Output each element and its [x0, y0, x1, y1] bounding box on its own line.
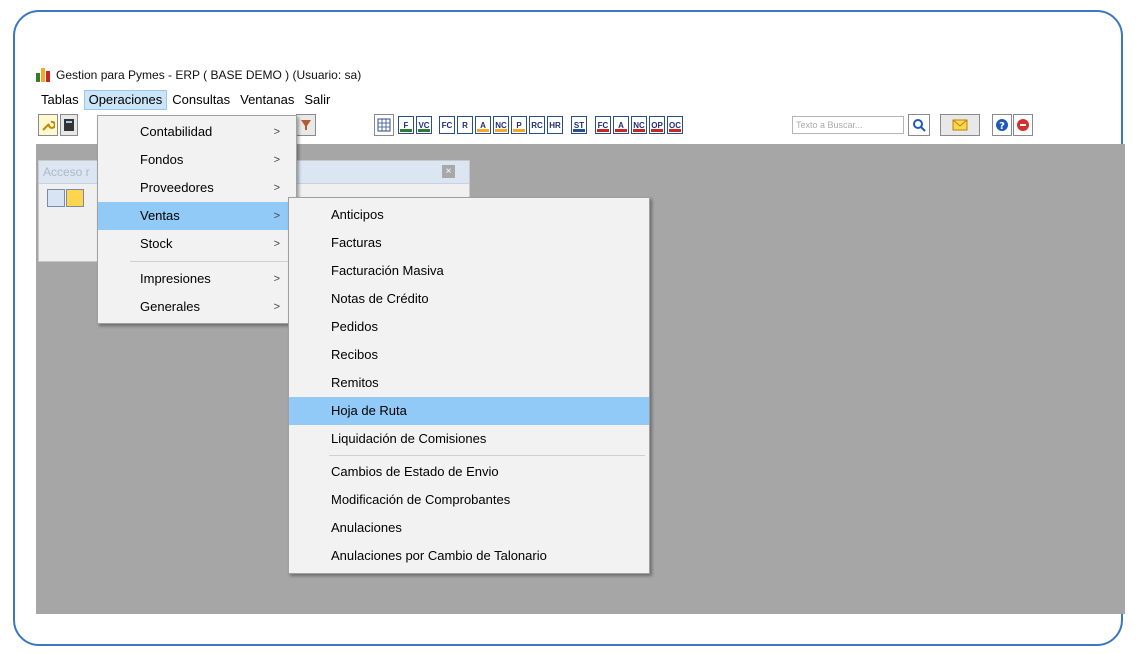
search-icon[interactable]	[908, 114, 930, 136]
menu-consultas[interactable]: Consultas	[167, 90, 235, 110]
close-icon[interactable]: ×	[442, 165, 455, 178]
toolbar-btn-f[interactable]: F	[398, 116, 414, 134]
toolbar-btn-hr[interactable]: HR	[547, 116, 563, 134]
menu-item-facturas[interactable]: Facturas	[289, 229, 649, 257]
menu-item-fondos[interactable]: Fondos >	[98, 146, 296, 174]
menu-bar: Tablas Operaciones Consultas Ventanas Sa…	[36, 90, 335, 110]
menu-item-generales[interactable]: Generales >	[98, 293, 296, 321]
menu-separator	[130, 261, 294, 262]
menu-item-facturacion-masiva[interactable]: Facturación Masiva	[289, 257, 649, 285]
mail-icon[interactable]	[66, 189, 84, 207]
toolbar-btn-fc[interactable]: FC	[439, 116, 455, 134]
calculator-icon[interactable]	[60, 114, 78, 136]
menu-item-stock[interactable]: Stock >	[98, 230, 296, 258]
menu-item-impresiones[interactable]: Impresiones >	[98, 265, 296, 293]
search-input[interactable]: Texto a Buscar...	[792, 116, 904, 134]
menu-item-remitos[interactable]: Remitos	[289, 369, 649, 397]
chevron-right-icon: >	[273, 238, 280, 250]
toolbar-btn-a-2[interactable]: A	[613, 116, 629, 134]
menu-separator	[329, 455, 645, 456]
toolbar-btn-st[interactable]: ST	[571, 116, 587, 134]
toolbar-btn-oc[interactable]: OC	[667, 116, 683, 134]
chevron-right-icon: >	[273, 210, 280, 222]
spreadsheet-icon[interactable]	[374, 114, 394, 136]
key-icon[interactable]	[38, 114, 58, 136]
menu-item-cambios-de-estado-de-envio[interactable]: Cambios de Estado de Envio	[289, 458, 649, 486]
menu-item-anulaciones[interactable]: Anulaciones	[289, 514, 649, 542]
help-icon[interactable]: ?	[992, 114, 1012, 136]
toolbar-btn-fc-2[interactable]: FC	[595, 116, 611, 134]
toolbar-btn-vc[interactable]: VC	[416, 116, 432, 134]
window-title: Gestion para Pymes - ERP ( BASE DEMO ) (…	[56, 68, 362, 82]
exit-icon[interactable]	[1013, 114, 1033, 136]
chevron-right-icon: >	[273, 301, 280, 313]
ventas-submenu: Anticipos Facturas Facturación Masiva No…	[288, 197, 650, 574]
mail-icon[interactable]	[940, 114, 980, 136]
title-bar: Gestion para Pymes - ERP ( BASE DEMO ) (…	[36, 64, 361, 86]
chevron-right-icon: >	[273, 273, 280, 285]
svg-text:?: ?	[999, 121, 1005, 132]
menu-salir[interactable]: Salir	[299, 90, 335, 110]
chevron-right-icon: >	[273, 154, 280, 166]
menu-item-anulaciones-por-cambio-de-talonario[interactable]: Anulaciones por Cambio de Talonario	[289, 542, 649, 570]
chevron-right-icon: >	[273, 182, 280, 194]
menu-item-contabilidad[interactable]: Contabilidad >	[98, 118, 296, 146]
toolbar-btn-rc[interactable]: RC	[529, 116, 545, 134]
menu-item-recibos[interactable]: Recibos	[289, 341, 649, 369]
menu-item-modificacion-de-comprobantes[interactable]: Modificación de Comprobantes	[289, 486, 649, 514]
menu-operaciones[interactable]: Operaciones	[83, 90, 168, 110]
panel-shortcuts	[47, 189, 85, 207]
menu-ventanas[interactable]: Ventanas	[235, 90, 299, 110]
app-logo-icon	[36, 67, 52, 83]
menu-item-pedidos[interactable]: Pedidos	[289, 313, 649, 341]
menu-item-proveedores[interactable]: Proveedores >	[98, 174, 296, 202]
chevron-right-icon: >	[273, 126, 280, 138]
refresh-icon[interactable]	[47, 189, 65, 207]
filter-tool-icon[interactable]	[296, 114, 316, 136]
menu-tablas[interactable]: Tablas	[36, 90, 84, 110]
toolbar-btn-r[interactable]: R	[457, 116, 473, 134]
panel-title: Acceso r	[43, 165, 90, 179]
toolbar-btn-a[interactable]: A	[475, 116, 491, 134]
menu-item-ventas[interactable]: Ventas >	[98, 202, 296, 230]
toolbar-btn-nc-2[interactable]: NC	[631, 116, 647, 134]
menu-item-liquidacion-de-comisiones[interactable]: Liquidación de Comisiones	[289, 425, 649, 453]
toolbar-btn-p[interactable]: P	[511, 116, 527, 134]
menu-item-anticipos[interactable]: Anticipos	[289, 201, 649, 229]
operaciones-menu: Contabilidad > Fondos > Proveedores > Venta…	[97, 115, 297, 324]
toolbar-btn-op[interactable]: OP	[649, 116, 665, 134]
menu-item-hoja-de-ruta[interactable]: Hoja de Ruta	[289, 397, 649, 425]
menu-item-notas-de-credito[interactable]: Notas de Crédito	[289, 285, 649, 313]
toolbar-btn-nc[interactable]: NC	[493, 116, 509, 134]
